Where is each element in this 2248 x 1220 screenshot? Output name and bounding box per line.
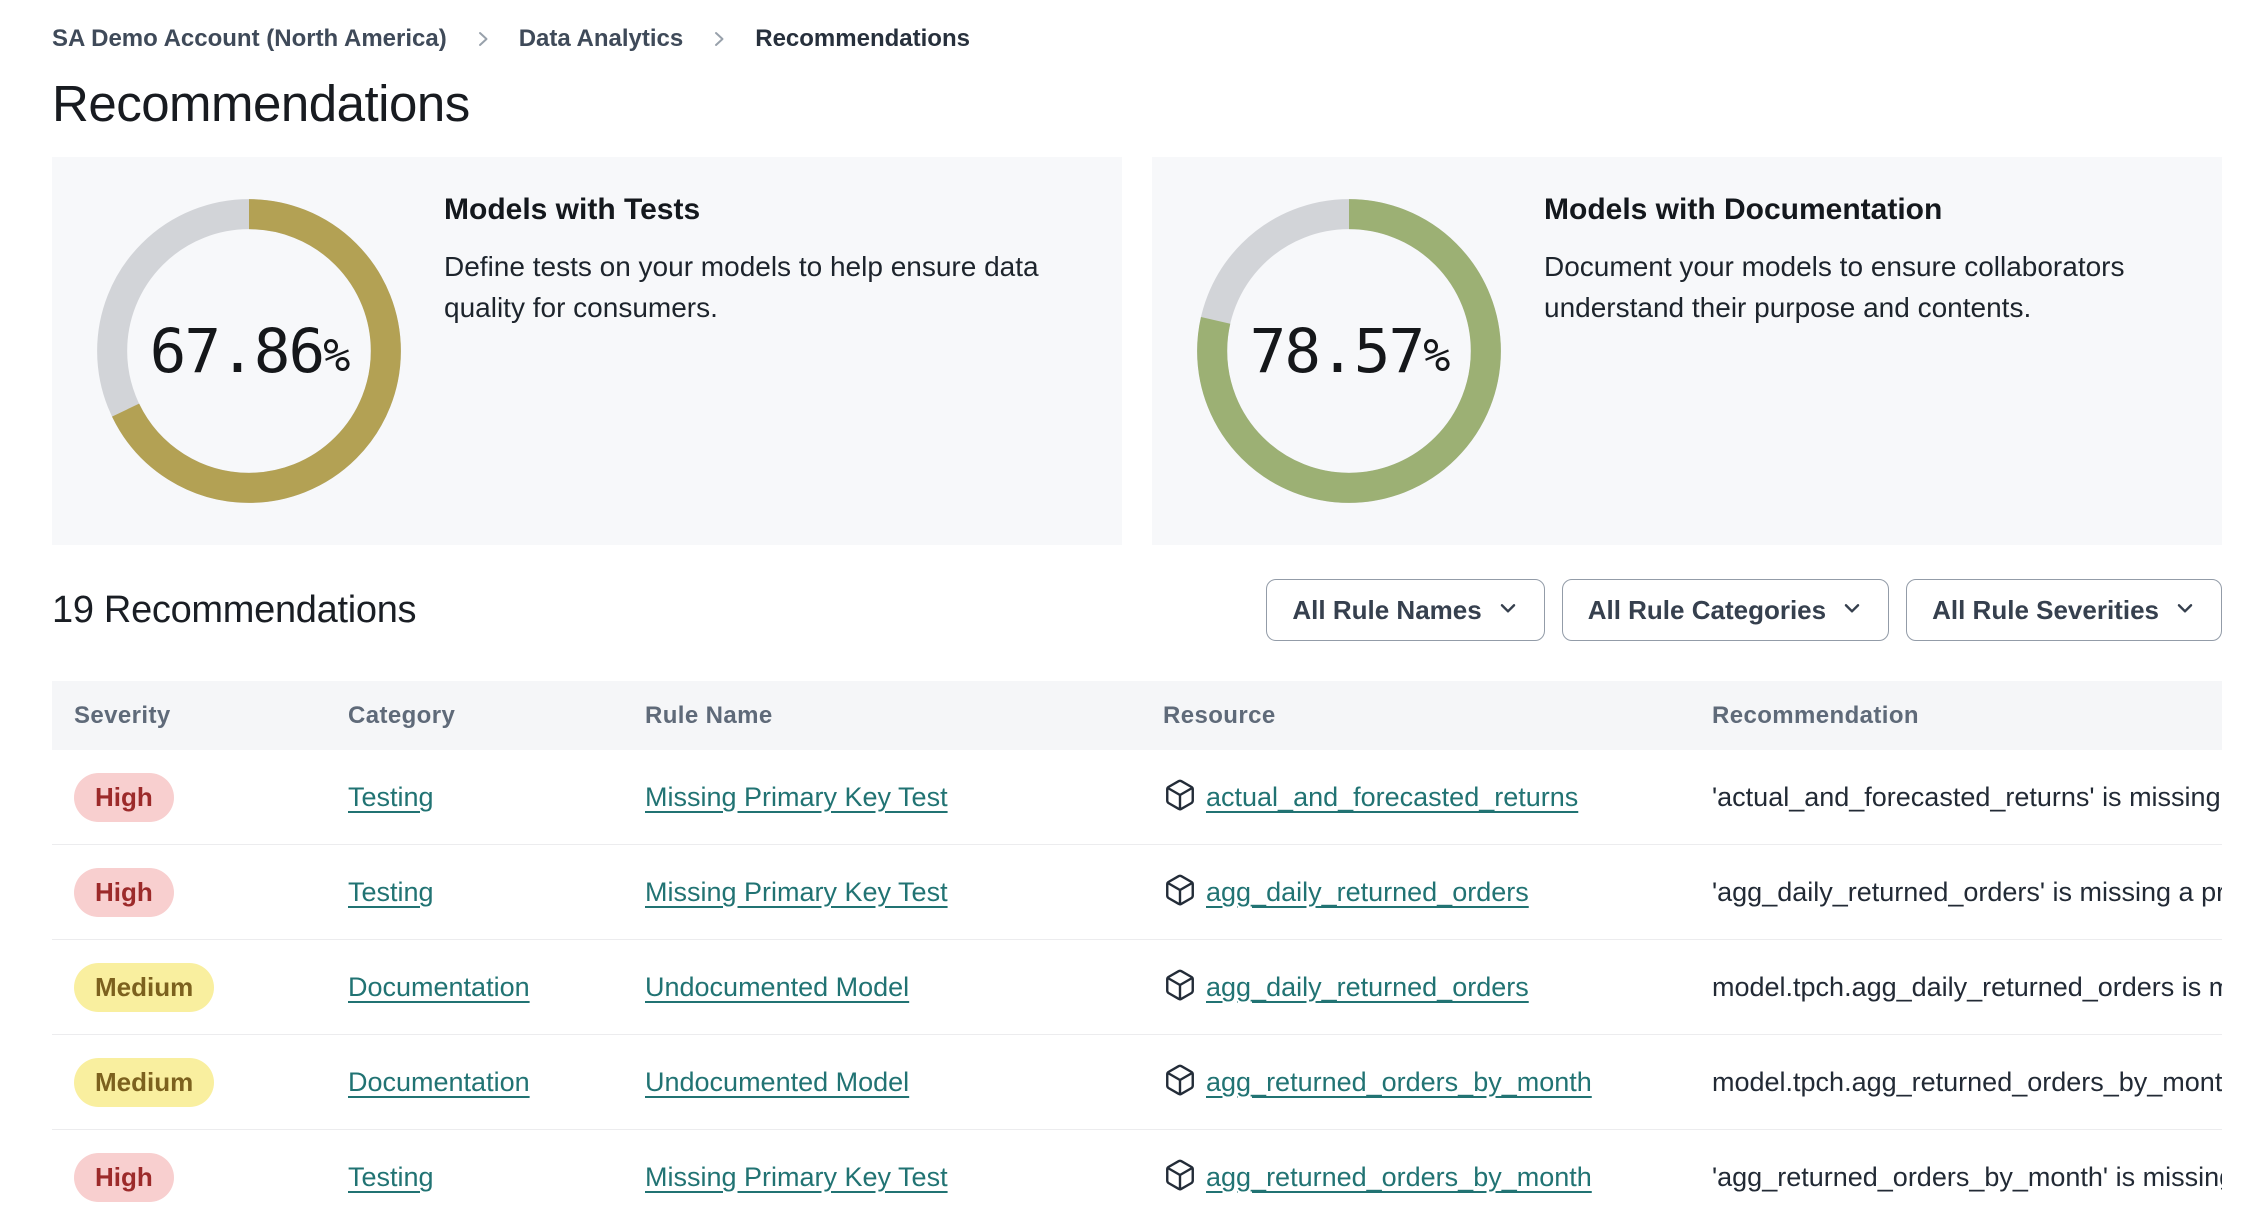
chevron-down-icon (1497, 595, 1519, 626)
cube-icon (1163, 1063, 1197, 1102)
column-header-recommendation: Recommendation (1712, 701, 1919, 729)
rule-name-link[interactable]: Undocumented Model (645, 972, 909, 1002)
filter-rule-categories-dropdown[interactable]: All Rule Categories (1561, 579, 1890, 641)
breadcrumb-item-account[interactable]: SA Demo Account (North America) (52, 24, 447, 54)
cube-icon (1163, 1158, 1197, 1197)
column-header-resource: Resource (1163, 701, 1276, 729)
category-link[interactable]: Testing (348, 782, 434, 812)
cube-icon (1163, 968, 1197, 1007)
filter-rule-severities-dropdown[interactable]: All Rule Severities (1906, 579, 2222, 641)
severity-badge: Medium (74, 962, 215, 1012)
page-title: Recommendations (52, 75, 470, 132)
documentation-percent-value: 78.57% (1249, 315, 1451, 387)
card-description-models-with-tests: Define tests on your models to help ensu… (444, 251, 1039, 323)
breadcrumb-item-data-analytics[interactable]: Data Analytics (519, 24, 684, 54)
rule-name-link[interactable]: Missing Primary Key Test (645, 782, 948, 812)
rule-name-link[interactable]: Missing Primary Key Test (645, 877, 948, 907)
recommendation-text: model.tpch.agg_returned_orders_by_month … (1712, 1066, 2222, 1097)
chevron-down-icon (1841, 595, 1863, 626)
chevron-down-icon (2174, 595, 2196, 626)
table-row: High Testing Missing Primary Key Test ag… (52, 845, 2222, 940)
table-row: High Testing Missing Primary Key Test ac… (52, 750, 2222, 845)
column-header-severity: Severity (74, 701, 171, 729)
summary-cards: 67.86% Models with Tests Define tests on… (52, 157, 2222, 545)
severity-badge: High (74, 1152, 174, 1202)
recommendation-text: model.tpch.agg_daily_returned_orders is … (1712, 971, 2222, 1002)
table-row: Medium Documentation Undocumented Model … (52, 1035, 2222, 1130)
breadcrumb: SA Demo Account (North America) Data Ana… (52, 24, 2222, 54)
category-link[interactable]: Documentation (348, 1067, 530, 1097)
table-body: High Testing Missing Primary Key Test ac… (52, 750, 2222, 1220)
tests-percent-value: 67.86% (149, 315, 351, 387)
chevron-right-icon (709, 29, 729, 49)
recommendation-text: 'agg_daily_returned_orders' is missing a… (1712, 876, 2222, 907)
models-with-tests-donut-chart: 67.86% (88, 190, 410, 512)
cube-icon (1163, 778, 1197, 817)
column-header-category: Category (348, 701, 456, 729)
resource-link[interactable]: agg_daily_returned_orders (1206, 972, 1529, 1003)
filter-rule-names-dropdown[interactable]: All Rule Names (1266, 579, 1545, 641)
card-description-models-with-documentation: Document your models to ensure collabora… (1544, 251, 2125, 323)
recommendations-table: Severity Category Rule Name Resource Rec… (52, 681, 2222, 1220)
models-with-documentation-card: 78.57% Models with Documentation Documen… (1152, 157, 2222, 545)
column-header-rule-name: Rule Name (645, 701, 773, 729)
severity-badge: High (74, 772, 174, 822)
rule-name-link[interactable]: Missing Primary Key Test (645, 1162, 948, 1192)
filters: All Rule Names All Rule Categories All R… (1266, 579, 2222, 641)
category-link[interactable]: Testing (348, 877, 434, 907)
severity-badge: High (74, 867, 174, 917)
list-toolbar: 19 Recommendations All Rule Names All Ru… (52, 579, 2222, 641)
category-link[interactable]: Testing (348, 1162, 434, 1192)
resource-link[interactable]: agg_returned_orders_by_month (1206, 1162, 1592, 1193)
chevron-right-icon (473, 29, 493, 49)
table-row: Medium Documentation Undocumented Model … (52, 940, 2222, 1035)
card-title-models-with-tests: Models with Tests (444, 193, 701, 226)
resource-link[interactable]: agg_daily_returned_orders (1206, 877, 1529, 908)
rule-name-link[interactable]: Undocumented Model (645, 1067, 909, 1097)
table-row: High Testing Missing Primary Key Test ag… (52, 1130, 2222, 1220)
recommendation-text: 'agg_returned_orders_by_month' is missin… (1712, 1161, 2222, 1192)
card-title-models-with-documentation: Models with Documentation (1544, 193, 1943, 226)
models-with-documentation-donut-chart: 78.57% (1188, 190, 1510, 512)
recommendation-text: 'actual_and_forecasted_returns' is missi… (1712, 781, 2222, 812)
cube-icon (1163, 873, 1197, 912)
table-header-row: Severity Category Rule Name Resource Rec… (52, 681, 2222, 750)
severity-badge: Medium (74, 1057, 215, 1107)
models-with-tests-card: 67.86% Models with Tests Define tests on… (52, 157, 1122, 545)
category-link[interactable]: Documentation (348, 972, 530, 1002)
recommendations-count: 19 Recommendations (52, 588, 417, 631)
resource-link[interactable]: agg_returned_orders_by_month (1206, 1067, 1592, 1098)
recommendations-page: SA Demo Account (North America) Data Ana… (0, 24, 2248, 1220)
breadcrumb-item-current: Recommendations (755, 25, 970, 52)
resource-link[interactable]: actual_and_forecasted_returns (1206, 782, 1578, 813)
